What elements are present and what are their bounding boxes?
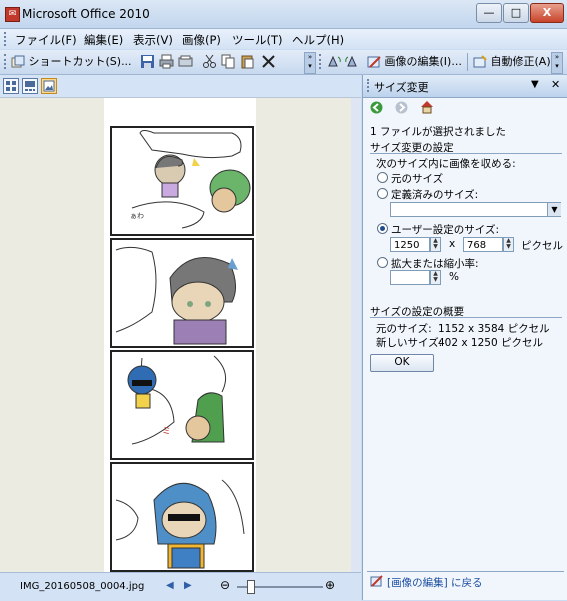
toolbar-overflow-chevron[interactable]: » ▾ xyxy=(304,52,316,74)
toolbar-grip[interactable] xyxy=(4,54,9,69)
previous-picture-button[interactable]: ◀ xyxy=(166,580,174,591)
menu-grip[interactable] xyxy=(4,32,9,46)
single-picture-view-icon[interactable] xyxy=(41,78,57,94)
toolbar2-overflow-chevron[interactable]: » ▾ xyxy=(551,52,563,74)
new-size-summary-label: 新しいサイズ: xyxy=(376,337,443,349)
scale-percent-input[interactable] xyxy=(390,270,430,285)
custom-height-input[interactable]: 768 xyxy=(463,237,503,252)
zoom-slider-thumb[interactable] xyxy=(246,580,255,594)
custom-size-radio[interactable] xyxy=(377,223,388,234)
selected-files-info: 1 ファイルが選択されました xyxy=(370,126,507,138)
menu-bar: ファイル(F) 編集(E) 表示(V) 画像(P) ツール(T) ヘルプ(H) xyxy=(0,29,567,49)
status-bar: IMG_20160508_0004.jpg ◀ ▶ ⊖ ⊕ xyxy=(0,572,361,601)
canvas-scrollbar[interactable] xyxy=(351,98,361,573)
predefined-size-radio[interactable] xyxy=(377,188,388,199)
original-size-summary-value: 1152 x 3584 ピクセル xyxy=(438,323,550,335)
file-name: IMG_20160508_0004.jpg xyxy=(20,581,145,592)
edit-picture-back-icon xyxy=(370,575,383,591)
summary-divider xyxy=(370,317,562,318)
original-size-label: 元のサイズ xyxy=(391,173,444,185)
task-pane: サイズ変更 ▼ ✕ 1 ファイルが選択されました サイズ変更の設定 次のサイズ内… xyxy=(362,75,567,600)
predefined-size-label: 定義済みのサイズ: xyxy=(391,189,479,201)
print-icon[interactable] xyxy=(159,54,174,69)
task-pane-grip[interactable] xyxy=(367,79,372,92)
auto-correct-label: 自動修正(A) xyxy=(490,55,551,68)
scale-percent-label: 拡大または縮小率: xyxy=(391,258,479,270)
toolbar: ショートカット(S)... » ▾ 画像の編集(I)... 自動修正(A) » ▾ xyxy=(0,50,567,75)
height-spinner[interactable]: ▲ ▼ xyxy=(503,237,514,252)
pixel-unit-label: ピクセル xyxy=(521,240,563,252)
task-pane-title: サイズ変更 xyxy=(374,81,429,94)
scale-spinner[interactable]: ▲ ▼ xyxy=(430,270,441,285)
scale-percent-radio[interactable] xyxy=(377,257,388,268)
rotate-left-icon[interactable] xyxy=(326,54,341,69)
width-spinner[interactable]: ▲ ▼ xyxy=(430,237,441,252)
shortcut-label: ショートカット(S)... xyxy=(28,55,132,68)
original-size-summary-label: 元のサイズ: xyxy=(376,323,432,335)
svg-text:ミ: ミ xyxy=(162,427,171,437)
ok-button[interactable]: OK xyxy=(370,354,434,372)
minimize-button[interactable]: — xyxy=(476,3,502,23)
zoom-out-button[interactable]: ⊖ xyxy=(220,578,230,592)
new-size-summary-value: 402 x 1250 ピクセル xyxy=(438,337,543,349)
menu-file[interactable]: ファイル(F) xyxy=(15,32,77,48)
predefined-size-dropdown[interactable] xyxy=(390,202,561,217)
auto-correct-icon xyxy=(473,55,487,68)
shortcut-button[interactable]: ショートカット(S)... xyxy=(11,53,132,70)
picture-canvas[interactable]: ぁわ ミ xyxy=(0,97,361,573)
filmstrip-view-icon[interactable] xyxy=(22,78,38,94)
times-sign: x xyxy=(449,238,456,250)
custom-size-label: ユーザー設定のサイズ: xyxy=(391,224,500,236)
chevron-down-icon[interactable]: ▼ xyxy=(547,203,561,216)
delete-icon[interactable] xyxy=(261,54,276,69)
toolbar-separator xyxy=(467,53,468,71)
menu-help[interactable]: ヘルプ(H) xyxy=(292,32,344,48)
office-app-icon: ✉ xyxy=(5,7,20,22)
task-pane-close-icon[interactable]: ✕ xyxy=(551,78,560,91)
home-icon[interactable] xyxy=(420,100,434,117)
comic-panel-4 xyxy=(110,462,254,572)
copy-icon[interactable] xyxy=(221,54,236,69)
view-mode-bar xyxy=(0,75,361,97)
close-button[interactable]: X xyxy=(530,3,564,23)
cut-icon[interactable] xyxy=(202,54,217,69)
rotate-right-icon[interactable] xyxy=(345,54,360,69)
menu-tools[interactable]: ツール(T) xyxy=(232,32,283,48)
maximize-button[interactable]: □ xyxy=(503,3,529,23)
comic-panel-2 xyxy=(110,238,254,348)
section-divider xyxy=(370,153,562,154)
comic-panel-3: ミ xyxy=(110,350,254,460)
fit-size-label: 次のサイズ内に画像を収める: xyxy=(376,158,516,170)
toolbar2-grip[interactable] xyxy=(319,54,324,69)
thumbnail-view-icon[interactable] xyxy=(3,78,19,94)
custom-width-input[interactable]: 1250 xyxy=(390,237,430,252)
auto-correct-button[interactable]: 自動修正(A) xyxy=(473,53,551,70)
menu-picture[interactable]: 画像(P) xyxy=(182,32,221,48)
forward-arrow-icon[interactable] xyxy=(395,101,408,117)
back-arrow-icon[interactable] xyxy=(370,101,383,117)
bottom-divider xyxy=(367,571,564,572)
original-size-radio[interactable] xyxy=(377,172,388,183)
scan-icon[interactable] xyxy=(178,54,193,69)
title-bar: ✉ Microsoft Office 2010 — □ X xyxy=(0,0,567,29)
edit-picture-icon xyxy=(367,56,381,68)
edit-picture-label: 画像の編集(I)... xyxy=(384,55,462,68)
zoom-in-button[interactable]: ⊕ xyxy=(325,578,335,592)
window-title: Microsoft Office 2010 xyxy=(22,7,150,21)
task-pane-menu-icon[interactable]: ▼ xyxy=(531,79,539,90)
paste-icon[interactable] xyxy=(240,54,255,69)
edit-picture-button[interactable]: 画像の編集(I)... xyxy=(367,53,462,70)
save-icon[interactable] xyxy=(140,54,155,69)
comic-image: ぁわ ミ xyxy=(104,98,256,573)
task-pane-header: サイズ変更 ▼ ✕ xyxy=(363,75,567,98)
svg-text:ぁわ: ぁわ xyxy=(130,212,144,220)
percent-sign: % xyxy=(449,271,459,283)
shortcut-icon xyxy=(11,55,25,68)
menu-edit[interactable]: 編集(E) xyxy=(84,32,123,48)
comic-panel-1: ぁわ xyxy=(110,126,254,236)
back-to-edit-picture-link[interactable]: [画像の編集] に戻る xyxy=(387,575,483,590)
next-picture-button[interactable]: ▶ xyxy=(184,580,192,591)
menu-view[interactable]: 表示(V) xyxy=(133,32,173,48)
